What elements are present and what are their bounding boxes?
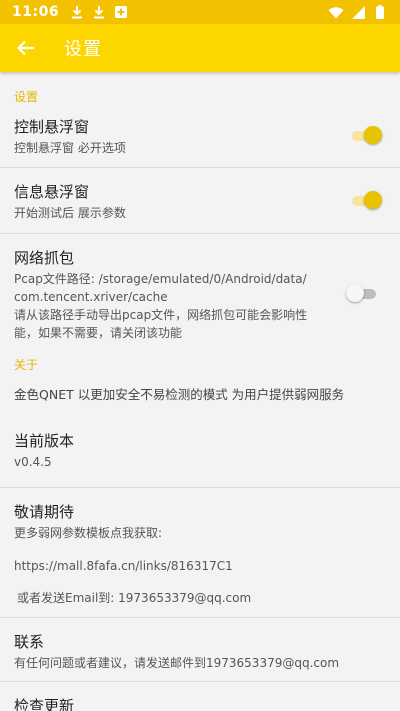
pref-current-version[interactable]: 当前版本 v0.4.5 xyxy=(0,430,400,488)
contact-email-line: 或者发送Email到: 1973653379@qq.com xyxy=(17,591,252,605)
template-link[interactable]: https://mall.8fafa.cn/links/816317C1 xyxy=(14,557,386,575)
pref-contact[interactable]: 联系 有任何问题或者建议，请发送邮件到1973653379@qq.com xyxy=(0,618,400,682)
about-description: 金色QNET 以更加安全不易检测的模式 为用户提供弱网服务 xyxy=(0,380,400,430)
pref-check-update[interactable]: 检查更新 xyxy=(0,682,400,711)
download-icon xyxy=(69,4,85,20)
switch-thumb xyxy=(364,126,382,144)
stay-tuned-line: 更多弱网参数模板点我获取: xyxy=(14,526,163,540)
pcap-path-line: Pcap文件路径: /storage/emulated/0/Android/da… xyxy=(14,272,307,286)
pref-stay-tuned[interactable]: 敬请期待 更多弱网参数模板点我获取: https://mall.8fafa.cn… xyxy=(0,488,400,618)
capture-note-line: 请从该路径手动导出pcap文件，网络抓包可能会影响性 xyxy=(14,308,308,322)
wifi-icon xyxy=(328,4,344,20)
pref-summary: 开始测试后 展示参数 xyxy=(14,206,126,220)
status-time: 11:06 xyxy=(12,4,60,20)
pref-title: 联系 xyxy=(14,633,45,651)
pref-summary: 控制悬浮窗 必开选项 xyxy=(14,141,126,155)
control-float-switch[interactable] xyxy=(350,125,382,145)
about-text: 金色QNET 以更加安全不易检测的模式 为用户提供弱网服务 xyxy=(14,387,345,402)
pref-network-capture[interactable]: 网络抓包 Pcap文件路径: /storage/emulated/0/Andro… xyxy=(0,234,400,354)
pref-title: 敬请期待 xyxy=(14,503,75,521)
capture-note-line: 能，如果不需要，请关闭该功能 xyxy=(14,326,183,340)
app-notification-icon xyxy=(113,4,129,20)
arrow-left-icon[interactable] xyxy=(16,38,36,58)
pcap-path-line: com.tencent.xriver/cache xyxy=(14,290,168,304)
switch-thumb xyxy=(364,191,382,209)
pref-summary: 有任何问题或者建议，请发送邮件到1973653379@qq.com xyxy=(14,656,340,670)
pref-control-float[interactable]: 控制悬浮窗 控制悬浮窗 必开选项 xyxy=(0,102,400,168)
section-header-settings: 设置 xyxy=(14,90,39,104)
page-title: 设置 xyxy=(64,39,102,60)
pref-title: 网络抓包 xyxy=(14,249,75,267)
section-header-about: 关于 xyxy=(14,358,39,372)
pref-title: 控制悬浮窗 xyxy=(14,118,90,136)
signal-icon xyxy=(350,4,366,20)
battery-icon xyxy=(372,4,388,20)
status-bar: 11:06 xyxy=(0,0,400,24)
pref-info-float[interactable]: 信息悬浮窗 开始测试后 展示参数 xyxy=(0,168,400,234)
preferences-list[interactable]: 设置 控制悬浮窗 控制悬浮窗 必开选项 信息悬浮窗 开始测试后 展示参数 网络抓… xyxy=(0,72,400,711)
pref-title: 当前版本 xyxy=(14,432,75,450)
app-bar: 设置 xyxy=(0,24,400,72)
pref-title: 信息悬浮窗 xyxy=(14,183,90,201)
version-value: v0.4.5 xyxy=(14,455,52,469)
download-icon xyxy=(91,4,107,20)
info-float-switch[interactable] xyxy=(350,190,382,210)
network-capture-switch[interactable] xyxy=(346,283,378,303)
pref-title: 检查更新 xyxy=(14,697,75,711)
switch-thumb xyxy=(346,284,364,302)
